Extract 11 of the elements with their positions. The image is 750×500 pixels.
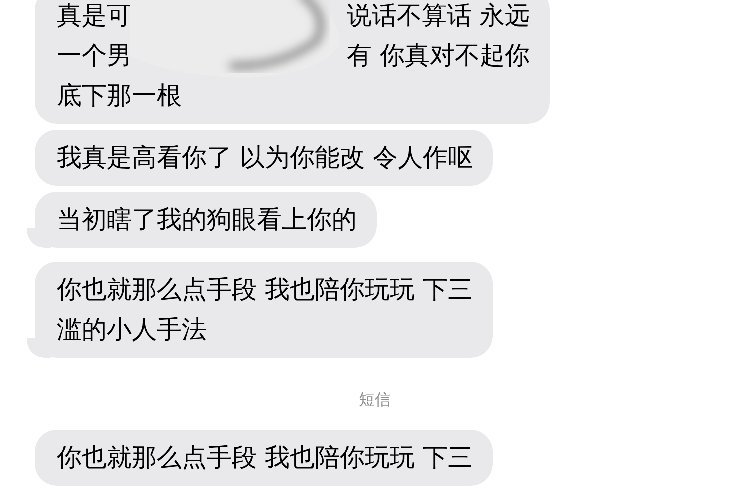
message-type-label: 短信 bbox=[359, 389, 391, 411]
message-text: 真是可 bbox=[57, 0, 132, 32]
message-text: 一个男 bbox=[57, 40, 132, 72]
message-text: 我真是高看你了 以为你能改 令人作呕 bbox=[57, 142, 473, 174]
message-text: 滥的小人手法 bbox=[57, 314, 207, 346]
message-text: 底下那一根 bbox=[57, 80, 182, 112]
message-text: 你也就那么点手段 我也陪你玩玩 下三 bbox=[57, 442, 473, 474]
message-text: 有 你真对不起你 bbox=[347, 40, 530, 72]
message-text: 当初瞎了我的狗眼看上你的 bbox=[57, 204, 357, 236]
message-text: 说话不算话 永远 bbox=[347, 0, 530, 32]
message-text: 你也就那么点手段 我也陪你玩玩 下三 bbox=[57, 274, 473, 306]
